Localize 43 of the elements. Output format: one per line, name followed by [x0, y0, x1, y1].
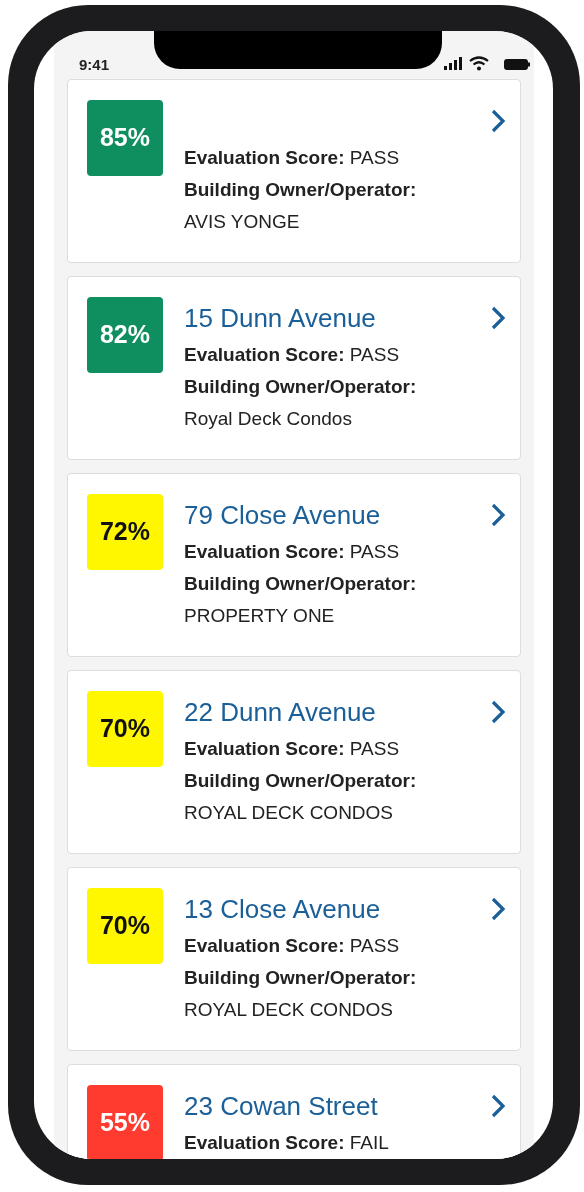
- building-card[interactable]: 70% 22 Dunn Avenue Evaluation Score: PASS Building Owner/Operator: ROYAL DECK CONDOS: [67, 670, 521, 854]
- wifi-icon: [469, 56, 489, 71]
- battery-icon: [504, 59, 530, 70]
- chevron-right-icon[interactable]: [490, 1093, 506, 1119]
- owner-name: ROYAL DECK CONDOS: [184, 998, 395, 1022]
- score-badge: 85%: [87, 100, 163, 176]
- evaluation-score: Evaluation Score: PASS: [184, 540, 401, 564]
- owner-label: Building Owner/Operator:: [184, 572, 418, 596]
- building-card[interactable]: 55% 23 Cowan Street Evaluation Score: FAIL: [67, 1064, 521, 1159]
- owner-name: PROPERTY ONE: [184, 604, 336, 628]
- building-card[interactable]: 85% Evaluation Score: PASS Building Owner/Operator: AVIS YONGE: [67, 79, 521, 263]
- score-badge: 70%: [87, 691, 163, 767]
- chevron-right-icon[interactable]: [490, 896, 506, 922]
- evaluation-score: Evaluation Score: PASS: [184, 146, 401, 170]
- building-address[interactable]: 79 Close Avenue: [184, 502, 381, 528]
- building-address[interactable]: 23 Cowan Street: [184, 1093, 378, 1119]
- building-card[interactable]: 72% 79 Close Avenue Evaluation Score: PASS Building Owner/Operator: PROPERTY ONE: [67, 473, 521, 657]
- building-address[interactable]: 13 Close Avenue: [184, 896, 381, 922]
- chevron-right-icon[interactable]: [490, 502, 506, 528]
- evaluation-score: Evaluation Score: PASS: [184, 934, 401, 958]
- status-time: 9:41: [79, 55, 110, 75]
- owner-name: Royal Deck Condos: [184, 407, 353, 431]
- evaluation-score: Evaluation Score: PASS: [184, 343, 401, 367]
- owner-name: AVIS YONGE: [184, 210, 301, 234]
- building-card[interactable]: 82% 15 Dunn Avenue Evaluation Score: PASS Building Owner/Operator: Royal Deck Condos: [67, 276, 521, 460]
- building-address[interactable]: 22 Dunn Avenue: [184, 699, 376, 725]
- signal-icon: [444, 57, 464, 70]
- score-badge: 82%: [87, 297, 163, 373]
- evaluation-score: Evaluation Score: FAIL: [184, 1131, 390, 1155]
- owner-label: Building Owner/Operator:: [184, 966, 418, 990]
- owner-label: Building Owner/Operator:: [184, 375, 418, 399]
- owner-label: Building Owner/Operator:: [184, 178, 418, 202]
- chevron-right-icon[interactable]: [490, 699, 506, 725]
- building-card[interactable]: 70% 13 Close Avenue Evaluation Score: PASS Building Owner/Operator: ROYAL DECK CONDOS: [67, 867, 521, 1051]
- score-badge: 72%: [87, 494, 163, 570]
- chevron-right-icon[interactable]: [490, 108, 506, 134]
- evaluation-score: Evaluation Score: PASS: [184, 737, 401, 761]
- owner-name: ROYAL DECK CONDOS: [184, 801, 395, 825]
- chevron-right-icon[interactable]: [490, 305, 506, 331]
- score-badge: 55%: [87, 1085, 163, 1159]
- building-address[interactable]: 15 Dunn Avenue: [184, 305, 376, 331]
- score-badge: 70%: [87, 888, 163, 964]
- owner-label: Building Owner/Operator:: [184, 769, 418, 793]
